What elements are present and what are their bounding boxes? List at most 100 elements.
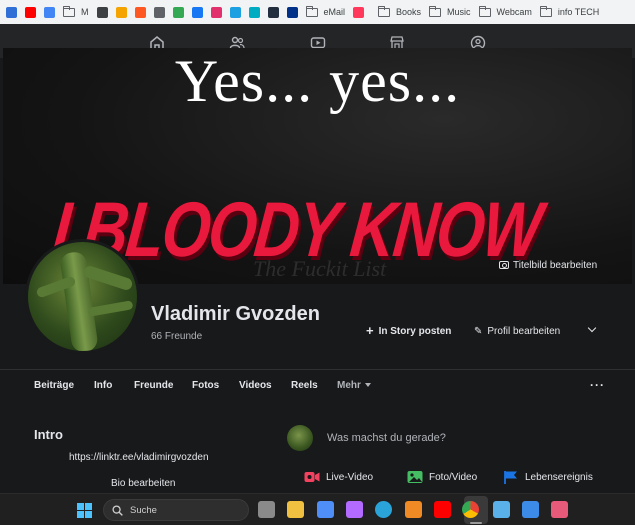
youtube-icon (25, 6, 36, 18)
search-icon (112, 504, 123, 516)
friends-count[interactable]: 66 Freunde (151, 331, 202, 342)
bookmark-item[interactable] (207, 0, 226, 24)
pencil-icon: ✎ (474, 325, 483, 337)
bookmark-item[interactable]: eMail (302, 0, 350, 24)
tab-posts[interactable]: Beiträge (34, 380, 74, 391)
tumblr-icon (248, 6, 260, 18)
store-icon[interactable] (317, 501, 334, 518)
bookmark-item[interactable] (2, 0, 21, 24)
mail-app-icon (6, 6, 17, 18)
bookmark-item[interactable] (112, 0, 131, 24)
edit-profile-label: Profil bearbeiten (487, 325, 561, 337)
edit-bio-button[interactable]: Bio bearbeiten (111, 478, 176, 489)
taskbar-running-indicator (470, 522, 482, 524)
youtube-icon[interactable] (434, 501, 451, 518)
photo-video-button[interactable]: Foto/Video (407, 469, 477, 485)
tab-more-label: Mehr (337, 380, 361, 391)
facebook-icon (191, 6, 203, 18)
task-view-icon[interactable] (258, 501, 275, 518)
bookmark-item[interactable] (40, 0, 59, 24)
folder-icon (539, 5, 552, 17)
live-video-button[interactable]: Live-Video (304, 469, 373, 485)
bookmark-item[interactable] (264, 0, 283, 24)
photo-video-icon (407, 471, 423, 483)
add-to-story-label: In Story posten (378, 325, 452, 337)
profile-tabs: Beiträge Info Freunde Fotos Videos Reels… (0, 369, 635, 401)
bookmark-item[interactable] (245, 0, 264, 24)
tab-friends[interactable]: Freunde (134, 380, 173, 391)
photos-icon[interactable] (522, 501, 539, 518)
airbnb-icon (353, 6, 365, 18)
tab-about[interactable]: Info (94, 380, 112, 391)
news-icon (96, 6, 108, 18)
bookmark-label: M (81, 7, 89, 17)
intro-link[interactable]: https://linktr.ee/vladimirgvozden (69, 452, 209, 463)
bookmark-label: Music (447, 7, 471, 17)
bookmark-item[interactable] (169, 0, 188, 24)
file-explorer-icon[interactable] (287, 501, 304, 518)
avatar-tree-branch (87, 300, 134, 317)
bookmark-label: Webcam (496, 7, 532, 17)
globe-icon (153, 6, 165, 18)
bookmark-item[interactable] (150, 0, 169, 24)
tab-photos[interactable]: Fotos (192, 380, 219, 391)
edit-profile-button[interactable]: ✎ Profil bearbeiten (474, 322, 560, 340)
folder-icon (63, 5, 75, 17)
folder-icon (378, 5, 391, 17)
bookmark-item[interactable] (131, 0, 150, 24)
camera-icon (499, 261, 509, 269)
taskbar-search-box[interactable]: Suche (103, 499, 249, 521)
edge-icon[interactable] (375, 501, 392, 518)
plus-icon: + (366, 323, 374, 338)
snipping-tool-icon[interactable] (551, 501, 568, 518)
tab-videos[interactable]: Videos (239, 380, 272, 391)
bookmark-item[interactable] (283, 0, 302, 24)
tab-reels[interactable]: Reels (291, 380, 318, 391)
bookmark-item[interactable]: Books (374, 0, 425, 24)
profile-avatar[interactable] (25, 239, 140, 354)
bookmark-item[interactable] (93, 0, 112, 24)
bookmark-item[interactable] (226, 0, 245, 24)
google-icon (44, 6, 55, 18)
bookmark-item[interactable]: M (59, 0, 93, 24)
bookmark-item[interactable] (188, 0, 207, 24)
chrome-icon[interactable] (462, 501, 479, 518)
blogger-icon (134, 6, 146, 18)
live-video-icon (304, 472, 320, 482)
life-event-flag-icon (504, 471, 517, 484)
live-video-label: Live-Video (326, 471, 374, 483)
cover-text-line1: Yes... yes... (174, 48, 461, 114)
bookmark-item[interactable]: Webcam (475, 0, 536, 24)
bookmark-item[interactable]: info TECH (536, 0, 603, 24)
bookmark-label: Books (396, 7, 422, 17)
copilot-icon[interactable] (346, 501, 363, 518)
edit-cover-button[interactable]: Titelbild bearbeiten (499, 256, 597, 274)
folder-icon (478, 5, 491, 17)
folder-icon (305, 5, 318, 17)
profile-name: Vladimir Gvozden (151, 303, 320, 325)
bookmark-item[interactable]: Music (425, 0, 475, 24)
pdf-icon (115, 6, 127, 18)
amazon-icon (267, 6, 279, 18)
start-menu-icon[interactable] (77, 503, 93, 519)
tab-more[interactable]: Mehr (337, 380, 371, 391)
bookmark-item[interactable] (21, 0, 40, 24)
add-to-story-button[interactable]: + In Story posten (366, 322, 451, 340)
media-player-icon[interactable] (405, 501, 422, 518)
bookmark-item[interactable] (349, 0, 368, 24)
composer-avatar[interactable] (287, 425, 313, 451)
intro-title: Intro (34, 427, 63, 442)
notepad-icon[interactable] (493, 501, 510, 518)
life-event-button[interactable]: Lebensereignis (503, 469, 593, 485)
folder-icon (429, 5, 442, 17)
photo-video-label: Foto/Video (429, 471, 478, 483)
life-event-label: Lebensereignis (525, 471, 593, 483)
bookmark-label: info TECH (557, 7, 600, 17)
instagram-icon (210, 6, 222, 18)
paypal-icon (286, 6, 298, 18)
bookmark-label: eMail (323, 7, 346, 17)
screen: MeMail Books Music Webcam info TECH Yes... y… (0, 0, 635, 525)
more-options-icon[interactable]: ··· (590, 378, 605, 392)
taskbar-search-label: Suche (130, 504, 157, 516)
composer-input[interactable]: Was machst du gerade? (327, 432, 446, 444)
